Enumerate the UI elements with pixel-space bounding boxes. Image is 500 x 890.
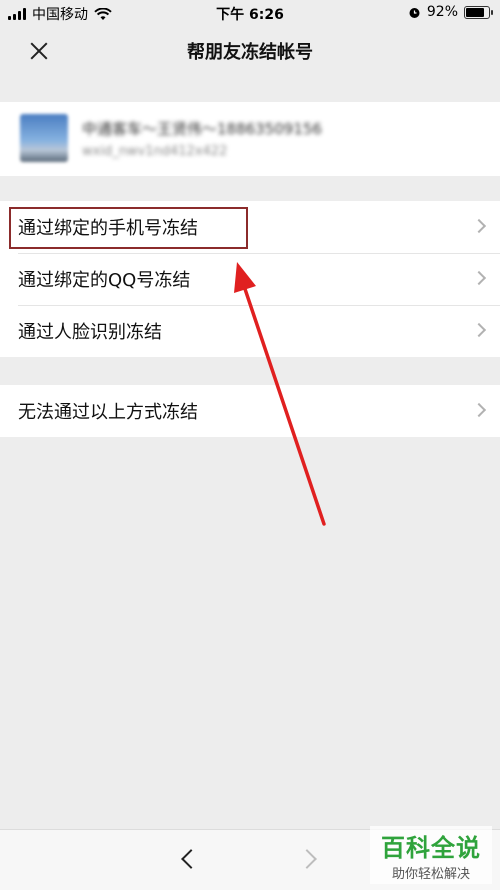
watermark-title: 百科全说 [381, 834, 481, 862]
option-label: 通过人脸识别冻结 [18, 322, 162, 343]
option-face-freeze[interactable]: 通过人脸识别冻结 [0, 305, 500, 357]
battery-fill [466, 7, 484, 17]
option-label: 通过绑定的手机号冻结 [18, 218, 198, 239]
alarm-icon [409, 7, 420, 18]
option-label: 无法通过以上方式冻结 [18, 402, 198, 423]
option-phone-freeze[interactable]: 通过绑定的手机号冻结 [0, 201, 500, 253]
battery-percent: 92% [426, 4, 458, 20]
option-qq-freeze[interactable]: 通过绑定的QQ号冻结 [0, 253, 500, 305]
watermark-subtitle: 助你轻松解决 [391, 867, 470, 882]
battery-icon [464, 5, 493, 19]
watermark-logo: 百科全说 助你轻松解决 [370, 826, 492, 884]
account-card: 中通客车～王贤伟～18863509156 wxid_nwv1nd412x422 [0, 102, 500, 176]
status-bar: 中国移动 下午 6:26 92% [0, 0, 500, 26]
other-options-group: 无法通过以上方式冻结 [0, 385, 500, 437]
freeze-options-group: 通过绑定的手机号冻结 通过绑定的QQ号冻结 通过人脸识别冻结 [0, 201, 500, 357]
status-right: 92% [408, 4, 493, 20]
account-name: 中通客车～王贤伟～18863509156 [82, 120, 322, 138]
option-label: 通过绑定的QQ号冻结 [18, 270, 191, 291]
chevron-right-icon [471, 322, 487, 338]
account-wxid: wxid_nwv1nd412x422 [82, 144, 228, 159]
avatar [20, 114, 68, 162]
chevron-right-icon [471, 402, 487, 418]
option-cannot-freeze[interactable]: 无法通过以上方式冻结 [0, 385, 500, 437]
chevron-right-icon [471, 218, 487, 234]
forward-arrow-icon[interactable] [297, 849, 317, 869]
chevron-right-icon [471, 270, 487, 286]
nav-bar: 帮朋友冻结帐号 [0, 26, 500, 76]
back-arrow-icon[interactable] [181, 849, 201, 869]
page-title: 帮朋友冻结帐号 [187, 42, 313, 63]
